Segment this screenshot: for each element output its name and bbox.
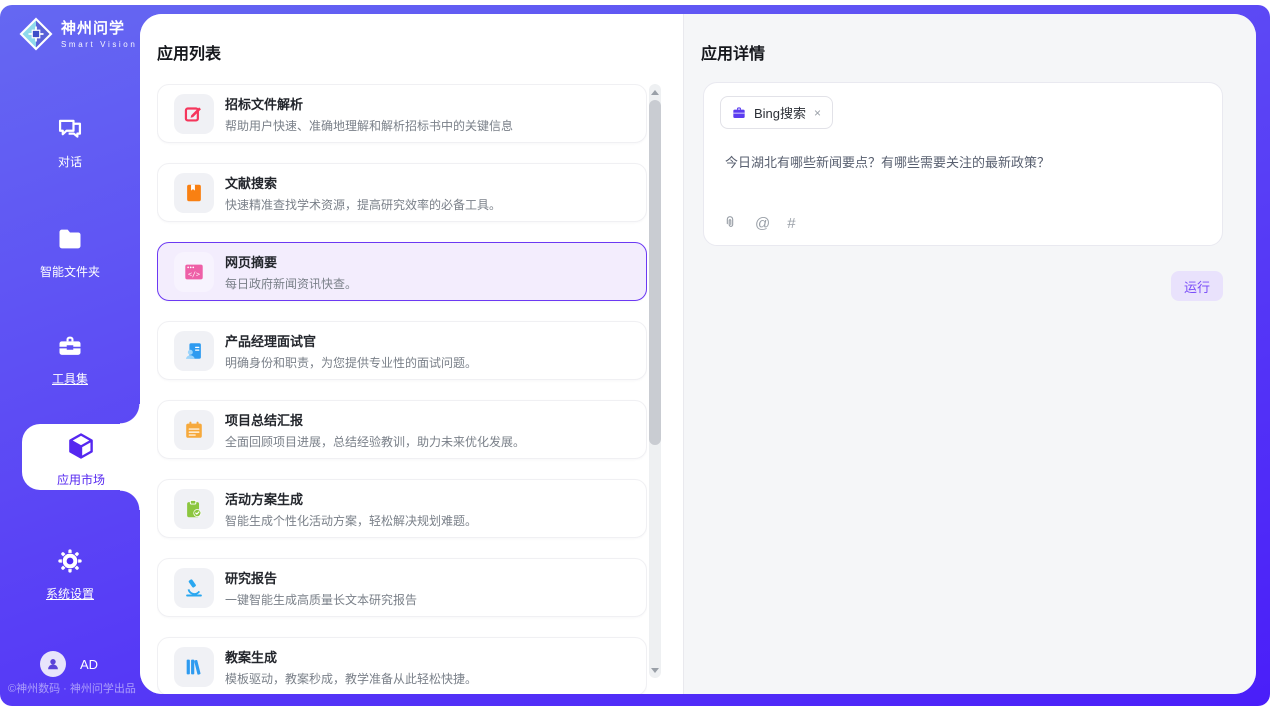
app-name: 教案生成 [225,647,477,666]
tool-tag-label: Bing搜索 [754,103,806,122]
app-frame: 神州问学 Smart Vision 对话 [0,5,1270,706]
scroll-up-icon[interactable] [649,86,661,98]
app-name: 产品经理面试官 [225,331,477,350]
app-name: 招标文件解析 [225,94,513,113]
hash-icon[interactable]: # [787,215,795,232]
app-desc: 模板驱动，教案秒成，教学准备从此轻松快捷。 [225,670,477,687]
app-list-panel: 应用列表 招标文件解析 帮助用户快速、准确地理解和解析招标书中的关键信息 [140,14,683,694]
mention-icon[interactable]: @ [755,215,770,232]
app-card-bid-doc-parse[interactable]: 招标文件解析 帮助用户快速、准确地理解和解析招标书中的关键信息 [157,84,647,143]
app-window: 神州问学 Smart Vision 对话 [0,0,1270,714]
app-card-list: 招标文件解析 帮助用户快速、准确地理解和解析招标书中的关键信息 文 [157,84,647,694]
avatar [40,651,66,677]
sidebar-item-toolbox[interactable]: 工具集 [0,332,140,387]
main-content: 应用列表 招标文件解析 帮助用户快速、准确地理解和解析招标书中的关键信息 [140,14,1256,694]
app-name: 项目总结汇报 [225,410,525,429]
scrollbar-thumb[interactable] [649,100,661,445]
sidebar-item-chat[interactable]: 对话 [0,115,140,170]
app-desc: 全面回顾项目进展，总结经验教训，助力未来优化发展。 [225,433,525,450]
sidebar-item-app-market[interactable]: 应用市场 [22,424,140,490]
sidebar-item-label: 对话 [0,153,140,170]
app-detail-title: 应用详情 [701,40,765,64]
query-input[interactable]: 今日湖北有哪些新闻要点？有哪些需要关注的最新政策？ [725,152,1202,171]
book-icon [174,173,214,213]
close-icon[interactable]: × [813,106,822,120]
app-list-title: 应用列表 [157,40,221,64]
brand-name: 神州问学 [61,20,125,37]
svg-text:</>: </> [188,270,200,278]
chat-icon [56,115,84,143]
report-note-icon [174,410,214,450]
app-detail-panel: 应用详情 Bing搜索 × 今日湖北有哪些新闻要点？ [683,14,1256,694]
app-card-pm-interviewer[interactable]: 产品经理面试官 明确身份和职责，为您提供专业性的面试问题。 [157,321,647,380]
app-desc: 一键智能生成高质量长文本研究报告 [225,591,417,608]
app-desc: 每日政府新闻资讯快查。 [225,275,357,292]
app-desc: 帮助用户快速、准确地理解和解析招标书中的关键信息 [225,117,513,134]
gear-icon [56,547,84,575]
toolbox-icon [56,332,84,360]
prompt-composer: Bing搜索 × 今日湖北有哪些新闻要点？有哪些需要关注的最新政策？ @ # [703,82,1223,246]
app-name: 活动方案生成 [225,489,477,508]
app-desc: 智能生成个性化活动方案，轻松解决规划难题。 [225,512,477,529]
brand-logo: 神州问学 Smart Vision [18,16,137,52]
user-account[interactable]: AD [40,651,98,677]
folder-icon [56,225,84,253]
app-name: 研究报告 [225,568,417,587]
app-card-project-summary[interactable]: 项目总结汇报 全面回顾项目进展，总结经验教训，助力未来优化发展。 [157,400,647,459]
sidebar: 神州问学 Smart Vision 对话 [0,5,140,706]
interviewer-icon [174,331,214,371]
brand-subtitle: Smart Vision [61,40,137,49]
sidebar-item-settings[interactable]: 系统设置 [0,547,140,602]
cube-icon [66,431,96,461]
paperclip-icon[interactable] [722,214,738,232]
microscope-icon [174,568,214,608]
run-button[interactable]: 运行 [1171,271,1223,301]
composer-toolbar: @ # [722,214,796,232]
app-card-webpage-summary[interactable]: </> 网页摘要 每日政府新闻资讯快查。 [157,242,647,301]
clipboard-check-icon [174,489,214,529]
books-icon [174,647,214,687]
app-card-literature-search[interactable]: 文献搜索 快速精准查找学术资源，提高研究效率的必备工具。 [157,163,647,222]
sidebar-item-smart-folder[interactable]: 智能文件夹 [0,225,140,280]
app-desc: 快速精准查找学术资源，提高研究效率的必备工具。 [225,196,501,213]
app-desc: 明确身份和职责，为您提供专业性的面试问题。 [225,354,477,371]
app-name: 网页摘要 [225,252,357,271]
tool-tag-bing-search[interactable]: Bing搜索 × [720,96,833,129]
sidebar-item-label: 应用市场 [22,471,140,488]
app-card-lesson-plan[interactable]: 教案生成 模板驱动，教案秒成，教学准备从此轻松快捷。 [157,637,647,694]
app-list-scrollbar[interactable] [649,84,661,678]
app-name: 文献搜索 [225,173,501,192]
sidebar-item-label: 工具集 [0,370,140,387]
webpage-icon: </> [174,252,214,292]
scroll-down-icon[interactable] [649,664,661,676]
app-card-event-plan[interactable]: 活动方案生成 智能生成个性化活动方案，轻松解决规划难题。 [157,479,647,538]
app-card-research-report[interactable]: 研究报告 一键智能生成高质量长文本研究报告 [157,558,647,617]
user-initials: AD [80,657,98,672]
copyright-footer: ©神州数码 · 神州问学出品 [8,680,136,696]
doc-edit-icon [174,94,214,134]
sidebar-item-label: 系统设置 [0,585,140,602]
briefcase-icon [731,105,747,121]
logo-diamond-icon [18,16,54,52]
sidebar-item-label: 智能文件夹 [0,263,140,280]
